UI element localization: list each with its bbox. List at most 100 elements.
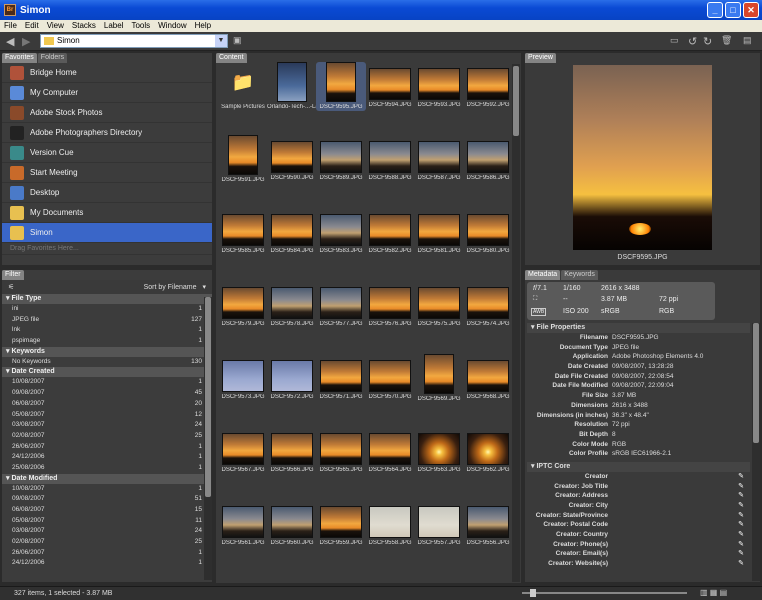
sort-chevron-icon[interactable]: ▾ [202,283,206,291]
iptc-core-header[interactable]: ▾ IPTC Core [527,461,750,472]
thumbnail-image[interactable] [271,214,313,246]
close-button[interactable]: ✕ [743,2,759,18]
thumbnail-cell[interactable]: DSCF9570.JPG [365,354,415,401]
pencil-icon[interactable]: ✎ [738,472,744,482]
thumbnail-image[interactable] [369,360,411,392]
filter-row[interactable]: 03/08/2007 24 [2,420,212,431]
thumbnail-cell[interactable]: Orlando-Tech-...-Launch-053.jpg [267,62,317,111]
tab-metadata[interactable]: Metadata [525,270,561,280]
pencil-icon[interactable]: ✎ [738,482,744,492]
metadata-row[interactable]: Application Adobe Photoshop Elements 4.0 [527,352,750,362]
metadata-row[interactable]: Filename DSCF9595.JPG [527,333,750,343]
iptc-row[interactable]: Creator: Job Title ✎ [527,482,750,492]
iptc-row[interactable]: Creator: City ✎ [527,501,750,511]
thumbnail-image[interactable] [271,287,313,319]
back-arrow-icon[interactable]: ◀ [6,35,14,48]
pencil-icon[interactable]: ✎ [738,501,744,511]
thumbnail-image[interactable] [418,68,460,100]
thumbnail-image[interactable] [320,360,362,392]
thumbnail-image[interactable] [369,68,411,100]
filter-row[interactable]: JPEG file 127 [2,315,212,326]
favorite-item[interactable]: Bridge Home [2,63,212,83]
sort-control[interactable]: ⚟ Sort by Filename ▾ [2,280,212,294]
thumbnail-image[interactable] [222,214,264,246]
favorite-item[interactable]: Start Meeting [2,163,212,183]
chevron-down-icon[interactable]: ▼ [215,35,227,47]
tab-preview[interactable]: Preview [525,53,556,63]
thumbnail-image[interactable] [369,214,411,246]
thumbnail-image[interactable] [271,506,313,538]
filter-row[interactable]: lnk 1 [2,325,212,336]
thumbnail-image[interactable] [418,506,460,538]
compact-mode-icon[interactable]: ▤ [743,35,752,46]
iptc-row[interactable]: Creator: Email(s) ✎ [527,549,750,559]
thumbnail-cell[interactable]: DSCF9594.JPG [365,62,415,109]
file-properties-header[interactable]: ▾ File Properties [527,323,750,333]
thumbnail-cell[interactable]: DSCF9567.JPG [218,427,268,474]
thumbnail-cell[interactable]: DSCF9575.JPG [414,281,464,328]
thumbnail-cell[interactable]: DSCF9593.JPG [414,62,464,109]
iptc-row[interactable]: Creator: State/Province ✎ [527,511,750,521]
filter-section-header[interactable]: ▾ Date Modified [2,473,212,484]
thumbnail-image[interactable] [369,433,411,465]
rotate-left-icon[interactable]: ↺ [688,35,697,48]
sort-label[interactable]: Sort by Filename [144,284,197,291]
metadata-row[interactable]: File Size 3.87 MB [527,391,750,401]
thumbnail-cell[interactable]: DSCF9561.JPG [218,500,268,547]
thumbnail-image[interactable] [271,141,313,173]
thumbnail-image[interactable] [418,287,460,319]
iptc-row[interactable]: Creator: Country ✎ [527,530,750,540]
favorite-item[interactable]: My Computer [2,83,212,103]
thumbnail-cell[interactable]: DSCF9588.JPG [365,135,415,182]
iptc-row[interactable]: Creator: Address ✎ [527,491,750,501]
thumbnail-cell[interactable]: DSCF9587.JPG [414,135,464,182]
pencil-icon[interactable]: ✎ [738,540,744,550]
new-folder-icon[interactable]: ▭ [670,35,679,46]
menu-edit[interactable]: Edit [21,20,43,32]
metadata-row[interactable]: Date Created 09/08/2007, 13:28:28 [527,362,750,372]
thumbnail-cell[interactable]: DSCF9572.JPG [267,354,317,401]
thumbnail-image[interactable] [320,141,362,173]
thumbnail-image[interactable] [369,506,411,538]
filter-row[interactable]: 10/08/2007 1 [2,484,212,495]
filter-row[interactable]: 05/08/2007 12 [2,410,212,421]
thumbnail-cell[interactable]: DSCF9591.JPG [218,135,268,184]
thumbnail-cell[interactable]: DSCF9576.JPG [365,281,415,328]
thumbnail-image[interactable] [418,141,460,173]
filter-section-header[interactable]: ▾ Date Created [2,367,212,378]
filter-scrollbar[interactable] [204,297,212,580]
thumbnail-image[interactable] [277,62,307,102]
favorite-item[interactable]: Desktop [2,183,212,203]
tab-folders[interactable]: Folders [37,53,68,63]
metadata-row[interactable]: Dimensions (in inches) 36.3" x 48.4" [527,411,750,421]
pencil-icon[interactable]: ✎ [738,520,744,530]
thumbnail-cell[interactable]: DSCF9568.JPG [463,354,513,401]
filter-row[interactable]: pspimage 1 [2,336,212,347]
favorite-item[interactable]: Adobe Stock Photos [2,103,212,123]
filter-row[interactable]: 25/08/2006 1 [2,463,212,474]
menu-label[interactable]: Label [100,20,128,32]
thumbnail-cell[interactable]: DSCF9571.JPG [316,354,366,401]
metadata-row[interactable]: Resolution 72 ppi [527,420,750,430]
favorite-item[interactable]: Simon [2,223,212,243]
filter-section-header[interactable]: ▾ File Type [2,294,212,304]
pencil-icon[interactable]: ✎ [738,530,744,540]
metadata-row[interactable]: Date File Modified 09/08/2007, 22:09:04 [527,381,750,391]
rotate-right-icon[interactable]: ↻ [703,35,712,48]
filter-row[interactable]: 24/12/2006 1 [2,452,212,463]
thumbnail-cell[interactable]: DSCF9584.JPG [267,208,317,255]
filter-row[interactable]: 10/08/2007 1 [2,377,212,388]
path-dropdown[interactable]: Simon ▼ [40,34,228,48]
thumbnail-cell[interactable]: DSCF9559.JPG [316,500,366,547]
thumbnail-cell[interactable]: DSCF9556.JPG [463,500,513,547]
filter-row[interactable]: 26/06/2007 1 [2,442,212,453]
menu-stacks[interactable]: Stacks [68,20,100,32]
pencil-icon[interactable]: ✎ [738,549,744,559]
thumbnail-cell[interactable]: DSCF9564.JPG [365,427,415,474]
menu-file[interactable]: File [0,20,21,32]
tab-keywords[interactable]: Keywords [561,270,598,280]
filter-section-header[interactable]: ▾ Keywords [2,346,212,357]
filter-row[interactable]: 09/08/2007 45 [2,388,212,399]
minimize-button[interactable]: _ [707,2,723,18]
thumbnail-cell[interactable]: DSCF9562.JPG [463,427,513,474]
